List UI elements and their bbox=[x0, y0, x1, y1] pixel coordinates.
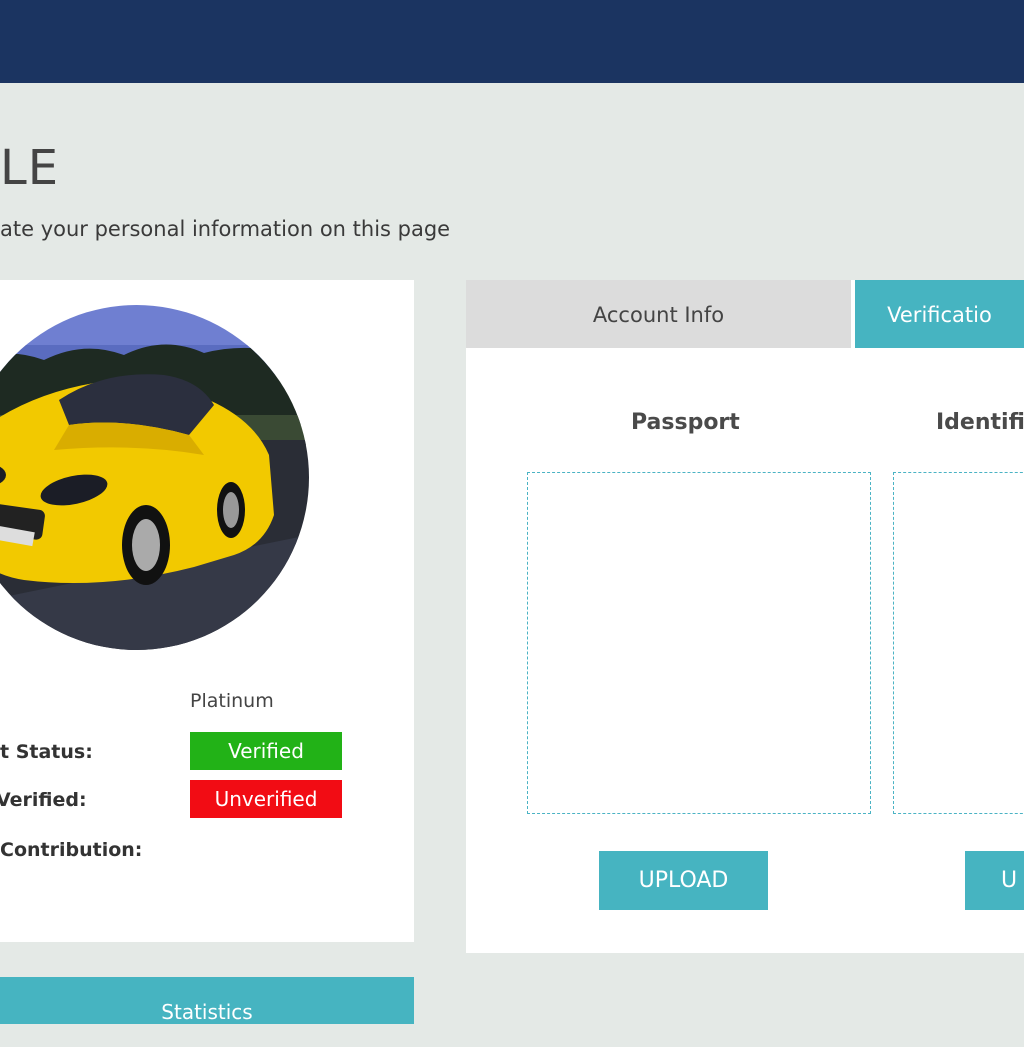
car-photo-icon bbox=[0, 305, 309, 650]
contribution-label: Contribution: bbox=[0, 839, 143, 861]
identification-upload-button[interactable]: U bbox=[965, 851, 1024, 910]
passport-title: Passport bbox=[631, 410, 740, 435]
profile-avatar[interactable] bbox=[0, 305, 309, 650]
page-title: LE bbox=[0, 140, 60, 196]
page-subtitle: ate your personal information on this pa… bbox=[0, 217, 451, 241]
account-panel: Account Info Verificatio Passport UPLOAD… bbox=[466, 280, 1024, 953]
unverified-badge: Unverified bbox=[190, 780, 342, 818]
identification-dropzone[interactable] bbox=[893, 472, 1024, 814]
membership-value: Platinum bbox=[190, 690, 274, 712]
statistics-tab[interactable]: Statistics bbox=[0, 977, 414, 1024]
account-status-label: t Status: bbox=[0, 741, 93, 763]
passport-upload-button[interactable]: UPLOAD bbox=[599, 851, 768, 910]
top-navigation-bar bbox=[0, 0, 1024, 83]
verified-label: Verified: bbox=[0, 789, 87, 811]
passport-dropzone[interactable] bbox=[527, 472, 871, 814]
profile-card: Platinum t Status: Verified Verified: Un… bbox=[0, 280, 414, 942]
tab-account-info[interactable]: Account Info bbox=[466, 280, 851, 348]
identification-title: Identifi bbox=[936, 410, 1024, 435]
verified-badge: Verified bbox=[190, 732, 342, 770]
tab-verification[interactable]: Verificatio bbox=[855, 280, 1024, 348]
